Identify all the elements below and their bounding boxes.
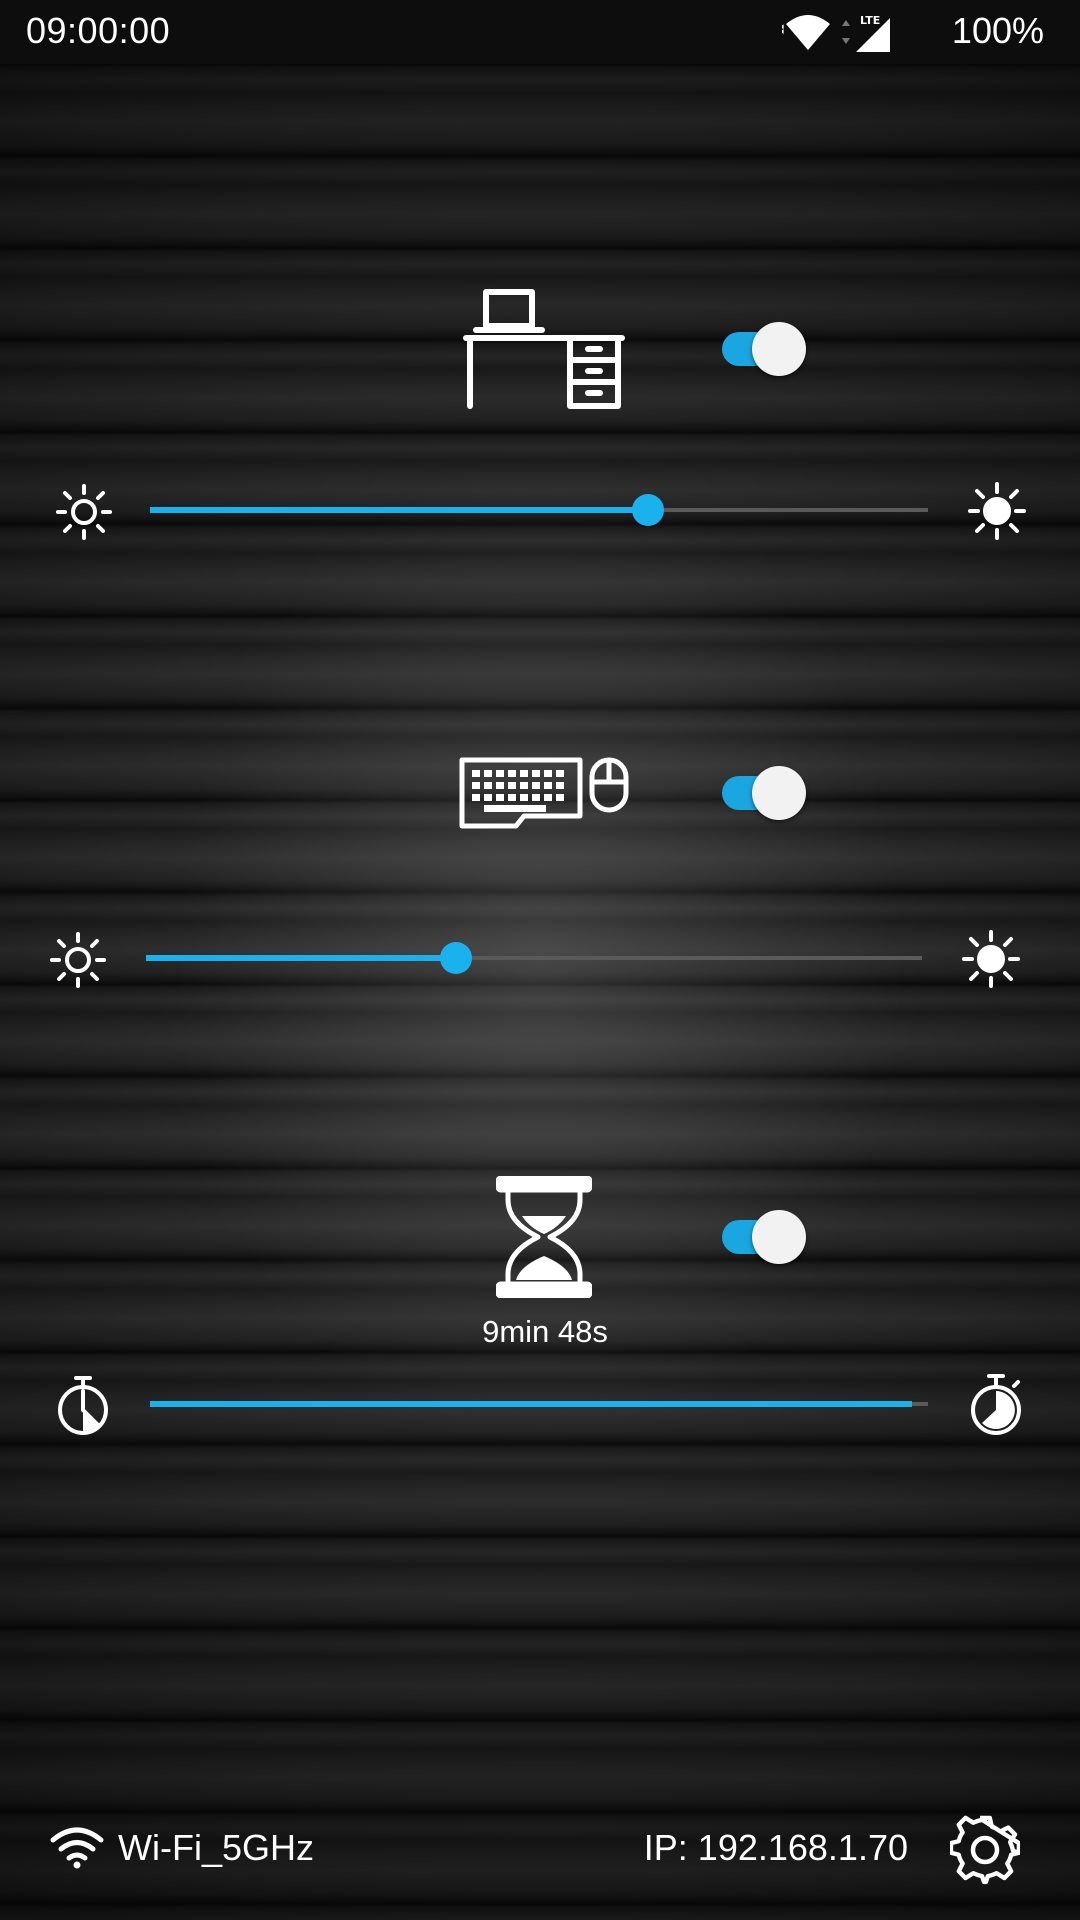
hourglass-icon	[496, 1176, 592, 1298]
timer-duration-slider[interactable]	[150, 1384, 928, 1424]
keyboard-toggle-thumb	[752, 766, 806, 820]
brightness-low-icon	[56, 484, 112, 540]
screen: 09:00:00 LTE 100% 9min 48s Wi-Fi_5GHz IP…	[0, 0, 1080, 1920]
desk-toggle-thumb	[752, 322, 806, 376]
brightness-high-icon	[968, 482, 1026, 540]
brightness-high-icon	[962, 930, 1020, 988]
battery-percent: 100%	[951, 10, 1044, 51]
desk-brightness-slider[interactable]	[150, 490, 928, 530]
timer-toggle-thumb	[752, 1210, 806, 1264]
timer-long-icon	[971, 1374, 1021, 1435]
status-time: 09:00:00	[26, 10, 171, 51]
slider-knob[interactable]	[631, 494, 664, 526]
wifi-network-name: Wi-Fi_5GHz	[118, 1827, 314, 1868]
desk-light-toggle[interactable]	[722, 322, 808, 376]
keyboard-light-toggle[interactable]	[722, 766, 808, 820]
wifi-signal-icon	[782, 15, 830, 50]
slider-knob[interactable]	[440, 942, 473, 974]
ip-address: IP: 192.168.1.70	[643, 1827, 908, 1868]
timer-toggle[interactable]	[722, 1210, 808, 1264]
wifi-icon	[50, 1827, 104, 1869]
timer-remaining: 9min 48s	[482, 1314, 608, 1349]
status-bar: 09:00:00 LTE 100%	[0, 0, 1080, 64]
cell-signal-icon: LTE	[842, 14, 890, 52]
slider-fill	[150, 507, 648, 513]
keyboard-brightness-slider[interactable]	[146, 938, 922, 978]
slider-fill	[150, 1401, 913, 1407]
settings-gear-icon[interactable]	[950, 1815, 1020, 1885]
desk-icon	[463, 289, 625, 409]
lte-label: LTE	[860, 14, 880, 27]
brightness-low-icon	[50, 932, 106, 988]
keyboard-mouse-icon	[459, 757, 629, 829]
slider-fill	[146, 955, 457, 961]
timer-short-icon	[58, 1376, 108, 1435]
